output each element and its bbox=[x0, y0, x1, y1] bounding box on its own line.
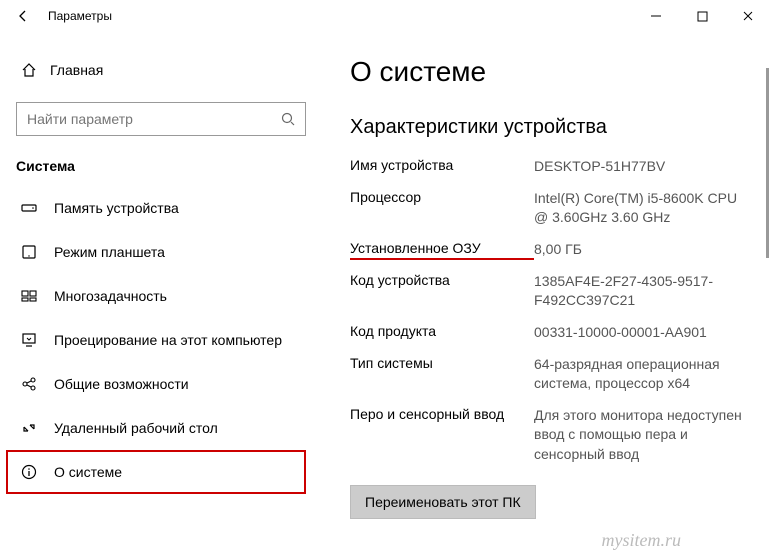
spec-system-type: Тип системы 64-разрядная операционная си… bbox=[350, 355, 747, 394]
sidebar-item-label: Многозадачность bbox=[54, 288, 167, 304]
spec-value: 64-разрядная операционная система, проце… bbox=[534, 355, 747, 394]
spec-device-id: Код устройства 1385AF4E-2F27-4305-9517-F… bbox=[350, 272, 747, 311]
close-icon bbox=[742, 10, 754, 22]
spec-value: 1385AF4E-2F27-4305-9517-F492CC397C21 bbox=[534, 272, 747, 311]
back-button[interactable] bbox=[12, 9, 34, 23]
remote-icon bbox=[16, 420, 42, 436]
sidebar-item-shared[interactable]: Общие возможности bbox=[16, 362, 306, 406]
sidebar-item-label: Режим планшета bbox=[54, 244, 165, 260]
sidebar-item-remote[interactable]: Удаленный рабочий стол bbox=[16, 406, 306, 450]
search-input[interactable] bbox=[27, 111, 281, 127]
spec-label: Тип системы bbox=[350, 355, 534, 371]
home-label: Главная bbox=[50, 62, 103, 78]
watermark: mysitem.ru bbox=[602, 530, 682, 551]
minimize-icon bbox=[650, 10, 662, 22]
home-link[interactable]: Главная bbox=[16, 52, 306, 88]
group-heading: Система bbox=[16, 158, 306, 174]
spec-pen: Перо и сенсорный ввод Для этого монитора… bbox=[350, 406, 747, 465]
spec-label: Имя устройства bbox=[350, 157, 534, 173]
spec-value: Intel(R) Core(TM) i5-8600K CPU @ 3.60GHz… bbox=[534, 189, 747, 228]
sidebar-item-tablet[interactable]: Режим планшета bbox=[16, 230, 306, 274]
sidebar-item-label: Удаленный рабочий стол bbox=[54, 420, 218, 436]
spec-value: 00331-10000-00001-AA901 bbox=[534, 323, 747, 343]
arrow-left-icon bbox=[16, 9, 30, 23]
page-title: О системе bbox=[350, 56, 747, 88]
sidebar-item-label: Память устройства bbox=[54, 200, 179, 216]
multitask-icon bbox=[16, 288, 42, 304]
spec-label: Код устройства bbox=[350, 272, 534, 288]
sidebar: Главная Система Память устройства Режим … bbox=[0, 32, 322, 557]
spec-value: 8,00 ГБ bbox=[534, 240, 747, 260]
rename-pc-button[interactable]: Переименовать этот ПК bbox=[350, 485, 536, 519]
spec-label: Установленное ОЗУ bbox=[350, 240, 534, 260]
minimize-button[interactable] bbox=[633, 0, 679, 32]
spec-value: DESKTOP-51H77BV bbox=[534, 157, 747, 177]
sidebar-item-about[interactable]: О системе bbox=[6, 450, 306, 494]
spec-label: Перо и сенсорный ввод bbox=[350, 406, 534, 422]
spec-product-id: Код продукта 00331-10000-00001-AA901 bbox=[350, 323, 747, 343]
sidebar-item-storage[interactable]: Память устройства bbox=[16, 186, 306, 230]
tablet-icon bbox=[16, 244, 42, 260]
spec-device-name: Имя устройства DESKTOP-51H77BV bbox=[350, 157, 747, 177]
spec-ram: Установленное ОЗУ 8,00 ГБ bbox=[350, 240, 747, 260]
search-box[interactable] bbox=[16, 102, 306, 136]
spec-value: Для этого монитора недоступен ввод с пом… bbox=[534, 406, 747, 465]
window-title: Параметры bbox=[48, 9, 112, 23]
project-icon bbox=[16, 332, 42, 348]
sidebar-item-label: О системе bbox=[54, 464, 122, 480]
search-icon bbox=[281, 112, 295, 126]
section-heading: Характеристики устройства bbox=[350, 116, 747, 139]
titlebar: Параметры bbox=[0, 0, 771, 32]
content-pane: О системе Характеристики устройства Имя … bbox=[322, 32, 771, 557]
spec-label: Код продукта bbox=[350, 323, 534, 339]
sidebar-item-label: Проецирование на этот компьютер bbox=[54, 332, 282, 348]
maximize-icon bbox=[697, 11, 708, 22]
sidebar-item-label: Общие возможности bbox=[54, 376, 189, 392]
home-icon bbox=[16, 62, 42, 78]
scrollbar[interactable] bbox=[766, 68, 769, 258]
sidebar-item-multitask[interactable]: Многозадачность bbox=[16, 274, 306, 318]
spec-label: Процессор bbox=[350, 189, 534, 205]
shared-icon bbox=[16, 376, 42, 392]
spec-cpu: Процессор Intel(R) Core(TM) i5-8600K CPU… bbox=[350, 189, 747, 228]
storage-icon bbox=[16, 200, 42, 216]
sidebar-item-projecting[interactable]: Проецирование на этот компьютер bbox=[16, 318, 306, 362]
info-icon bbox=[16, 464, 42, 480]
maximize-button[interactable] bbox=[679, 0, 725, 32]
close-button[interactable] bbox=[725, 0, 771, 32]
